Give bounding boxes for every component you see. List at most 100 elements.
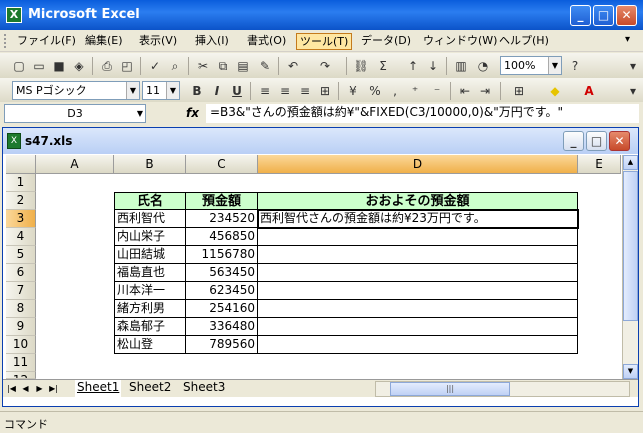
autosum-icon[interactable]: Σ xyxy=(374,57,392,75)
next-sheet-icon[interactable]: ▶ xyxy=(33,382,46,395)
font-color-icon[interactable]: A xyxy=(580,82,598,100)
column-header-d[interactable]: D xyxy=(258,155,578,174)
name-box-dropdown-icon[interactable]: ▼ xyxy=(137,105,143,122)
align-center-icon[interactable]: ≡ xyxy=(276,82,294,100)
column-header-c[interactable]: C xyxy=(186,155,258,174)
workbook-restore-button[interactable]: □ xyxy=(586,131,607,151)
print-icon[interactable]: ⎙ xyxy=(98,57,116,75)
fill-color-icon[interactable]: ◆ xyxy=(546,82,564,100)
sheet-tab-3[interactable]: Sheet3 xyxy=(181,380,227,397)
align-left-icon[interactable]: ≡ xyxy=(256,82,274,100)
hyperlink-icon[interactable]: ⛓ xyxy=(352,57,370,75)
comma-button[interactable]: , xyxy=(386,82,404,100)
underline-button[interactable]: U xyxy=(228,82,246,100)
menu-window[interactable]: ウィンドウ(W) xyxy=(420,33,500,50)
toolbar-options-icon[interactable]: ▾ xyxy=(624,57,642,75)
amount-cell[interactable]: 563450 xyxy=(186,264,258,282)
italic-button[interactable]: I xyxy=(208,82,226,100)
name-cell[interactable]: 川本洋一 xyxy=(114,282,186,300)
name-cell[interactable]: 内山栄子 xyxy=(114,228,186,246)
amount-cell[interactable]: 789560 xyxy=(186,336,258,354)
row-header-11[interactable]: 11 xyxy=(6,354,36,372)
help-icon[interactable]: ? xyxy=(566,57,584,75)
amount-cell[interactable]: 1156780 xyxy=(186,246,258,264)
approx-cell[interactable] xyxy=(258,282,578,300)
approx-cell[interactable] xyxy=(258,300,578,318)
header-cell-name[interactable]: 氏名 xyxy=(114,192,186,210)
permission-icon[interactable]: ◈ xyxy=(70,57,88,75)
increase-decimal-icon[interactable]: ⁺ xyxy=(406,82,424,100)
amount-cell[interactable]: 456850 xyxy=(186,228,258,246)
amount-cell[interactable]: 234520 xyxy=(186,210,258,228)
menu-insert[interactable]: 挿入(I) xyxy=(192,33,232,50)
first-sheet-icon[interactable]: |◀ xyxy=(5,382,18,395)
zoom-dropdown-icon[interactable]: ▼ xyxy=(548,57,561,74)
copy-icon[interactable]: ⧉ xyxy=(214,57,232,75)
name-box[interactable]: D3 ▼ xyxy=(4,104,146,123)
open-icon[interactable]: ▭ xyxy=(30,57,48,75)
sort-ascending-icon[interactable]: ↑ xyxy=(404,57,422,75)
align-right-icon[interactable]: ≡ xyxy=(296,82,314,100)
row-header-3[interactable]: 3 xyxy=(6,210,36,228)
decrease-decimal-icon[interactable]: ⁻ xyxy=(428,82,446,100)
cut-icon[interactable]: ✂ xyxy=(194,57,212,75)
insert-function-icon[interactable]: fx xyxy=(186,106,199,120)
column-header-a[interactable]: A xyxy=(36,155,114,174)
drawing-icon[interactable]: ◔ xyxy=(474,57,492,75)
row-header-6[interactable]: 6 xyxy=(6,264,36,282)
amount-cell[interactable]: 254160 xyxy=(186,300,258,318)
spelling-icon[interactable]: ✓ xyxy=(146,57,164,75)
approx-cell[interactable] xyxy=(258,336,578,354)
menu-edit[interactable]: 編集(E) xyxy=(82,33,126,50)
row-header-1[interactable]: 1 xyxy=(6,174,36,192)
vertical-scrollbar[interactable]: ▲ ▼ xyxy=(622,155,638,379)
borders-icon[interactable]: ⊞ xyxy=(510,82,528,100)
name-cell[interactable]: 山田結城 xyxy=(114,246,186,264)
prev-sheet-icon[interactable]: ◀ xyxy=(19,382,32,395)
font-select[interactable]: MS Pゴシック ▼ xyxy=(12,81,140,100)
column-header-b[interactable]: B xyxy=(114,155,186,174)
workbook-close-button[interactable]: ✕ xyxy=(609,131,630,151)
chart-wizard-icon[interactable]: ▥ xyxy=(452,57,470,75)
row-header-8[interactable]: 8 xyxy=(6,300,36,318)
name-cell[interactable]: 緒方利男 xyxy=(114,300,186,318)
redo-icon[interactable]: ↷ xyxy=(316,57,334,75)
decrease-indent-icon[interactable]: ⇤ xyxy=(456,82,474,100)
approx-cell[interactable] xyxy=(258,264,578,282)
row-header-4[interactable]: 4 xyxy=(6,228,36,246)
horizontal-scroll-thumb[interactable]: ||| xyxy=(390,382,510,396)
column-header-e[interactable]: E xyxy=(578,155,621,174)
menu-options-icon[interactable]: ▾ xyxy=(625,34,637,48)
name-cell[interactable]: 福島直也 xyxy=(114,264,186,282)
menu-grip[interactable] xyxy=(4,34,7,48)
header-cell-approx[interactable]: おおよその預金額 xyxy=(258,192,578,210)
percent-button[interactable]: % xyxy=(366,82,384,100)
font-dropdown-icon[interactable]: ▼ xyxy=(126,82,139,99)
increase-indent-icon[interactable]: ⇥ xyxy=(476,82,494,100)
font-size-select[interactable]: 11 ▼ xyxy=(142,81,180,100)
new-icon[interactable]: ▢ xyxy=(10,57,28,75)
amount-cell[interactable]: 336480 xyxy=(186,318,258,336)
approx-cell[interactable] xyxy=(258,228,578,246)
merge-center-icon[interactable]: ⊞ xyxy=(316,82,334,100)
workbook-icon[interactable]: X xyxy=(7,133,21,149)
menu-data[interactable]: データ(D) xyxy=(358,33,414,50)
menu-help[interactable]: ヘルプ(H) xyxy=(496,33,552,50)
currency-icon[interactable]: ¥ xyxy=(344,82,362,100)
row-header-10[interactable]: 10 xyxy=(6,336,36,354)
scroll-up-icon[interactable]: ▲ xyxy=(623,155,638,170)
scroll-down-icon[interactable]: ▼ xyxy=(623,364,638,379)
zoom-select[interactable]: 100% ▼ xyxy=(500,56,562,75)
workbook-minimize-button[interactable]: _ xyxy=(563,131,584,151)
toolbar-options-icon[interactable]: ▾ xyxy=(624,82,642,100)
menu-tools[interactable]: ツール(T) xyxy=(296,33,353,50)
select-all-button[interactable] xyxy=(6,155,36,174)
bold-button[interactable]: B xyxy=(188,82,206,100)
approx-cell[interactable] xyxy=(258,318,578,336)
last-sheet-icon[interactable]: ▶| xyxy=(47,382,60,395)
row-header-9[interactable]: 9 xyxy=(6,318,36,336)
name-cell[interactable]: 西利智代 xyxy=(114,210,186,228)
sheet-tab-2[interactable]: Sheet2 xyxy=(127,380,173,397)
save-icon[interactable]: ■ xyxy=(50,57,68,75)
header-cell-amount[interactable]: 預金額 xyxy=(186,192,258,210)
